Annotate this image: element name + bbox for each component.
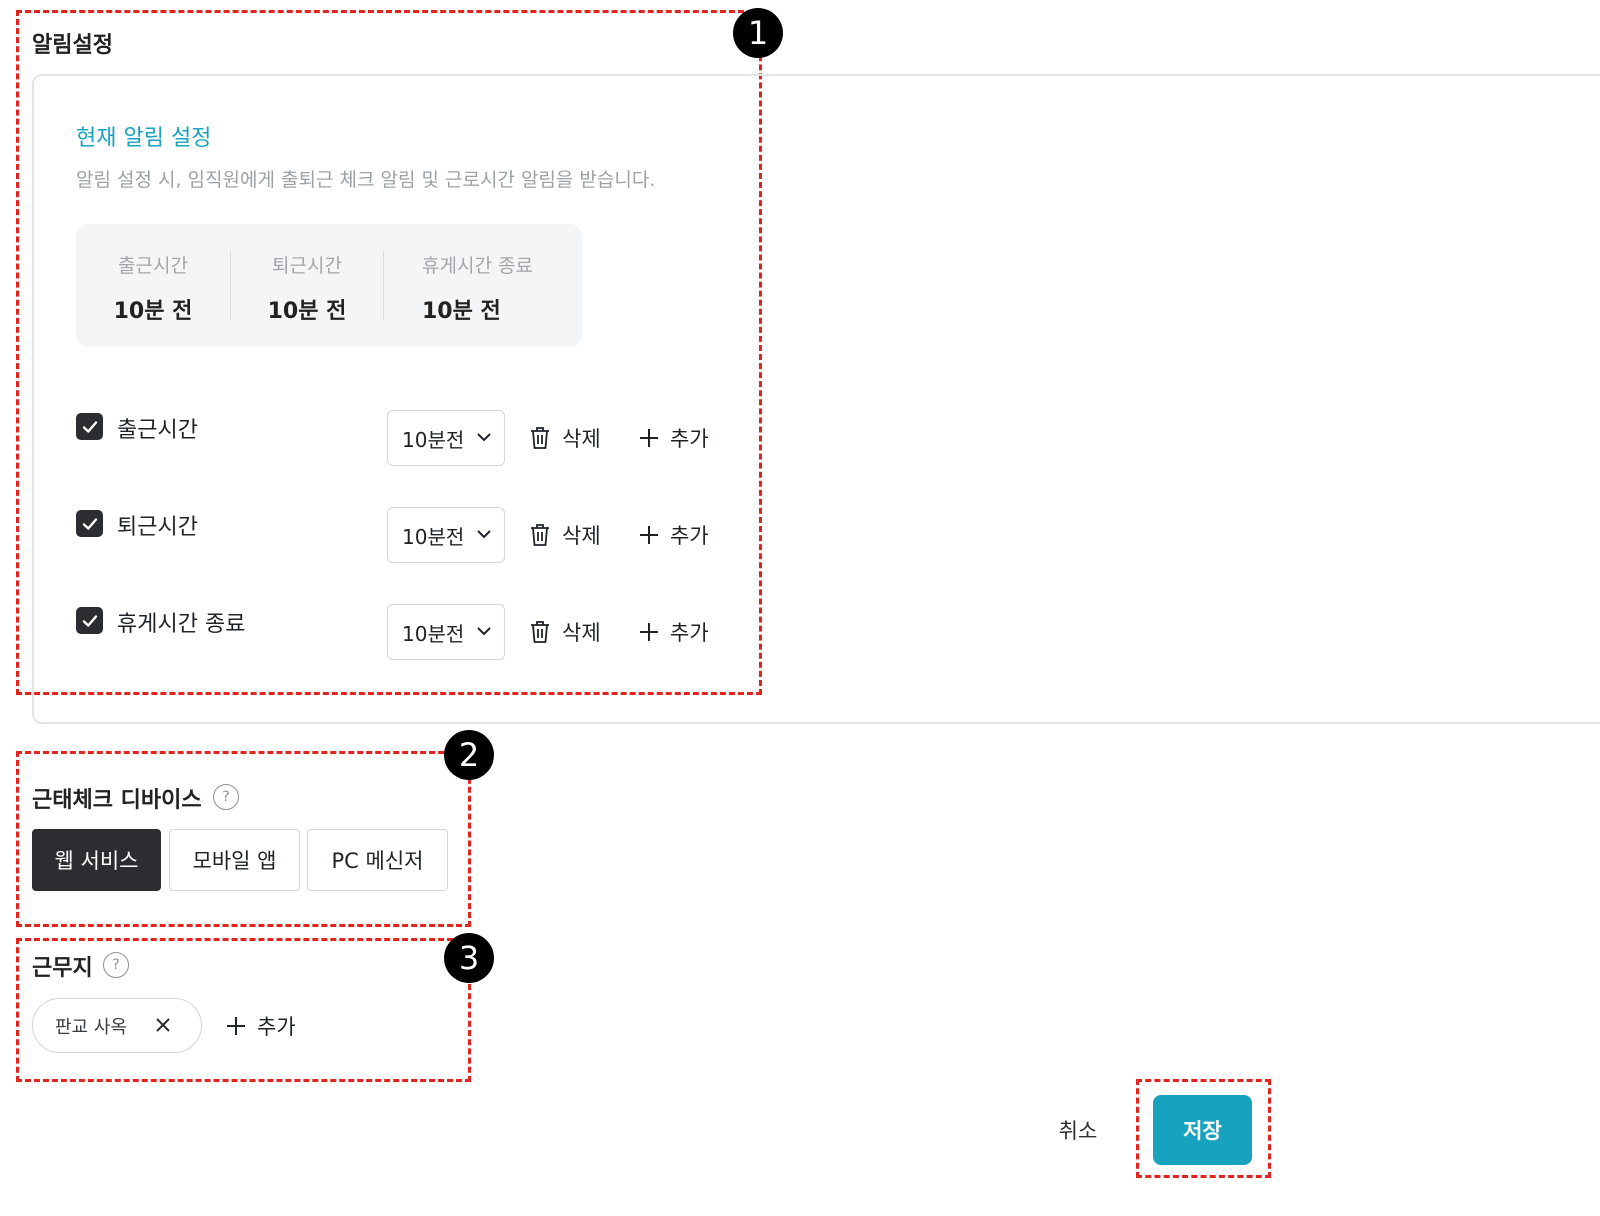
marker-3: 3 — [444, 933, 494, 983]
summary-item-checkout: 퇴근시간 10분 전 — [230, 224, 384, 347]
device-section-title: 근태체크 디바이스 — [32, 788, 202, 813]
alarm-summary: 출근시간 10분 전 퇴근시간 10분 전 휴게시간 종료 10분 전 — [76, 224, 582, 347]
checkin-add-button[interactable]: 추가 — [638, 423, 709, 453]
break-end-label: 휴게시간 종료 — [117, 612, 246, 637]
summary-label: 휴게시간 종료 — [422, 255, 533, 277]
chip-label: 판교 사옥 — [55, 1016, 127, 1038]
delete-label: 삭제 — [562, 427, 601, 451]
delete-label: 삭제 — [562, 621, 601, 645]
current-alarm-description: 알림 설정 시, 임직원에게 출퇴근 체크 알림 및 근로시간 알림을 받습니다… — [76, 169, 656, 191]
summary-label: 퇴근시간 — [272, 255, 342, 277]
summary-value: 10분 전 — [113, 299, 193, 324]
checkin-time-select[interactable]: 10분전 — [387, 410, 505, 466]
marker-1: 1 — [733, 8, 783, 58]
select-value: 10분전 — [402, 621, 465, 646]
device-option-web[interactable]: 웹 서비스 — [32, 829, 161, 891]
chevron-down-icon — [477, 530, 491, 539]
select-value: 10분전 — [402, 524, 465, 549]
check-icon — [82, 517, 97, 530]
add-label: 추가 — [670, 621, 709, 645]
summary-item-checkin: 출근시간 10분 전 — [76, 224, 230, 347]
checkout-checkbox[interactable] — [76, 510, 103, 537]
marker-2: 2 — [444, 730, 494, 780]
summary-value: 10분 전 — [422, 299, 501, 324]
checkout-label: 퇴근시간 — [117, 515, 198, 540]
checkout-time-select[interactable]: 10분전 — [387, 507, 505, 563]
chevron-down-icon — [477, 627, 491, 636]
save-button[interactable]: 저장 — [1153, 1095, 1252, 1165]
delete-label: 삭제 — [562, 524, 601, 548]
select-value: 10분전 — [402, 427, 465, 452]
alarm-section-title: 알림설정 — [32, 33, 113, 58]
break-end-checkbox[interactable] — [76, 607, 103, 634]
break-end-time-select[interactable]: 10분전 — [387, 604, 505, 660]
chevron-down-icon — [477, 433, 491, 442]
close-icon[interactable] — [153, 1015, 173, 1035]
workplace-chip: 판교 사옥 — [32, 998, 202, 1053]
workplace-add-button[interactable]: 추가 — [225, 1011, 296, 1041]
summary-label: 출근시간 — [118, 255, 188, 277]
checkin-checkbox[interactable] — [76, 413, 103, 440]
add-label: 추가 — [257, 1015, 296, 1039]
cancel-button[interactable]: 취소 — [1050, 1110, 1106, 1150]
device-option-mobile[interactable]: 모바일 앱 — [169, 829, 300, 891]
workplace-help-icon[interactable]: ? — [103, 952, 129, 978]
plus-icon — [640, 526, 658, 544]
plus-icon — [640, 429, 658, 447]
plus-icon — [227, 1017, 245, 1035]
break-end-add-button[interactable]: 추가 — [638, 617, 709, 647]
workplace-section-title: 근무지 — [32, 956, 93, 981]
device-option-pc[interactable]: PC 메신저 — [307, 829, 448, 891]
checkout-add-button[interactable]: 추가 — [638, 520, 709, 550]
check-icon — [82, 614, 97, 627]
plus-icon — [640, 623, 658, 641]
trash-icon — [531, 621, 549, 643]
add-label: 추가 — [670, 524, 709, 548]
summary-item-break-end: 휴게시간 종료 10분 전 — [383, 224, 582, 347]
trash-icon — [531, 524, 549, 546]
check-icon — [82, 420, 97, 433]
trash-icon — [531, 427, 549, 449]
break-end-delete-button[interactable]: 삭제 — [528, 617, 601, 647]
current-alarm-title: 현재 알림 설정 — [76, 126, 212, 151]
checkout-delete-button[interactable]: 삭제 — [528, 520, 601, 550]
summary-value: 10분 전 — [267, 299, 347, 324]
add-label: 추가 — [670, 427, 709, 451]
checkin-delete-button[interactable]: 삭제 — [528, 423, 601, 453]
checkin-label: 출근시간 — [117, 418, 198, 443]
device-help-icon[interactable]: ? — [213, 784, 239, 810]
